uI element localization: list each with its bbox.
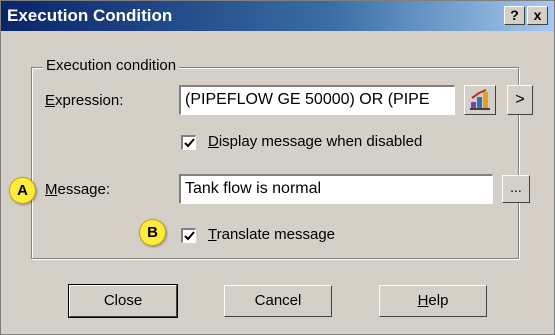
- group-title: Execution condition: [43, 57, 180, 74]
- translate-label: Translate message: [208, 226, 336, 243]
- cancel-button[interactable]: Cancel: [224, 285, 332, 317]
- expression-label: Expression:: [45, 92, 124, 109]
- expression-builder-button[interactable]: [464, 85, 496, 115]
- help-button[interactable]: Help: [379, 285, 487, 317]
- dialog-title: Execution Condition: [7, 6, 173, 25]
- title-bar: Execution Condition ? x: [1, 1, 554, 31]
- expression-builder-icon: [468, 89, 492, 116]
- checkmark-icon: [184, 138, 195, 148]
- message-label: Message:: [45, 181, 111, 198]
- callout-a: A: [9, 177, 36, 204]
- close-title-button[interactable]: x: [527, 6, 548, 25]
- message-browse-button[interactable]: ...: [502, 175, 530, 203]
- display-disabled-label: Display message when disabled: [208, 133, 423, 150]
- expression-more-button[interactable]: >: [507, 85, 533, 115]
- execution-condition-dialog: Execution Condition ? x Execution condit…: [0, 0, 555, 335]
- checkmark-icon: [184, 231, 195, 241]
- callout-b: B: [139, 219, 166, 246]
- help-title-button[interactable]: ?: [504, 6, 525, 25]
- display-disabled-checkbox[interactable]: [181, 135, 196, 150]
- message-field[interactable]: Tank flow is normal: [179, 174, 493, 204]
- close-button[interactable]: Close: [68, 284, 178, 318]
- translate-checkbox[interactable]: [181, 228, 196, 243]
- expression-field[interactable]: (PIPEFLOW GE 50000) OR (PIPE: [179, 85, 455, 115]
